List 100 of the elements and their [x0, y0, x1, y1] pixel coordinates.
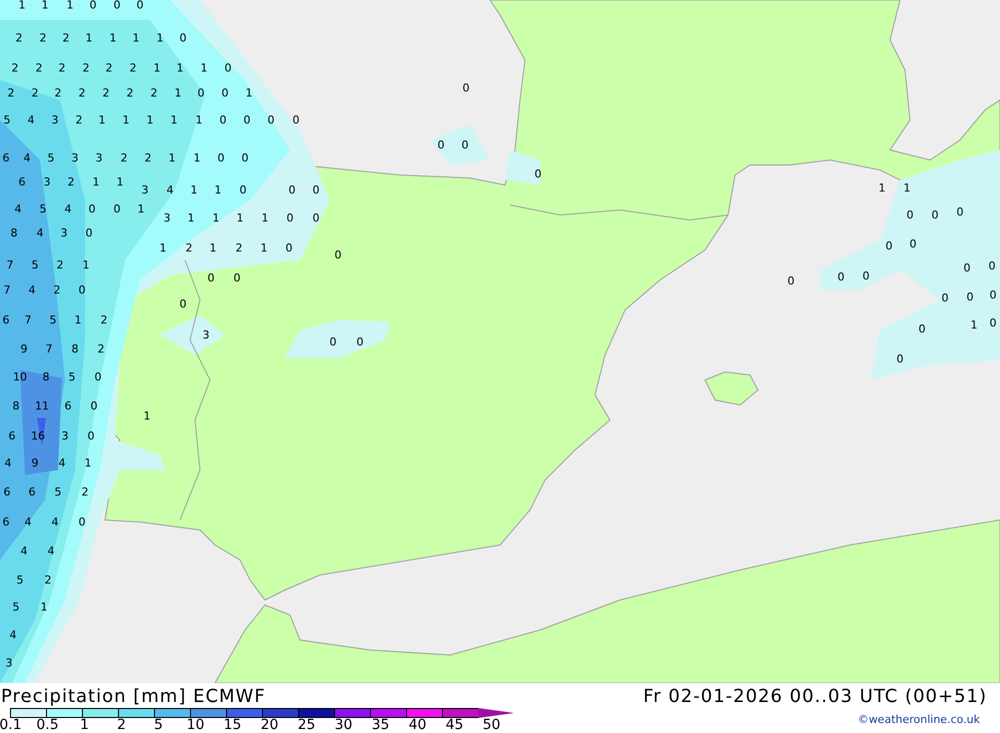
precipitation-value: 2 [106, 62, 112, 74]
precipitation-value: 2 [16, 32, 22, 44]
precipitation-value: 1 [194, 152, 200, 164]
precipitation-value: 0 [788, 274, 794, 288]
legend-label: 45 [444, 718, 464, 733]
precipitation-value: 2 [130, 62, 136, 74]
precipitation-value: 3 [72, 152, 78, 164]
precipitation-value: 4 [4, 456, 12, 470]
precipitation-value: 1 [210, 242, 216, 254]
precipitation-value: 0 [438, 138, 444, 152]
precipitation-value: 0 [234, 272, 240, 284]
precipitation-value: 4 [166, 184, 174, 196]
precipitation-value: 1 [92, 176, 100, 188]
precipitation-value: 1 [170, 114, 178, 126]
precipitation-value: 0 [136, 0, 144, 12]
precipitation-value: 0 [220, 114, 226, 126]
precipitation-value: 2 [12, 62, 18, 74]
precipitation-value: 3 [62, 430, 68, 442]
precipitation-value: 0 [286, 212, 294, 224]
precipitation-value: 1 [970, 318, 978, 332]
precipitation-value: 2 [36, 62, 42, 74]
precipitation-value: 2 [58, 62, 66, 74]
precipitation-value: 2 [54, 86, 62, 100]
precipitation-value: 0 [312, 184, 320, 196]
precipitation-value: 9 [20, 342, 28, 356]
precipitation-value: 1 [132, 32, 140, 44]
precipitation-value: 6 [2, 152, 10, 164]
precipitation-value: 3 [60, 226, 68, 240]
precipitation-value: 8 [10, 226, 18, 240]
precipitation-value: 1 [174, 86, 182, 100]
precipitation-value: 2 [54, 284, 60, 296]
precipitation-value: 0 [462, 82, 470, 94]
precipitation-value: 1 [214, 184, 222, 196]
precipitation-value: 0 [222, 86, 228, 100]
precipitation-value: 1 [236, 212, 244, 224]
legend-label: 15 [222, 718, 242, 733]
precipitation-value: 0 [330, 336, 336, 348]
precipitation-value: 5 [48, 152, 54, 164]
legend-label: 20 [260, 718, 280, 733]
precipitation-value: 0 [918, 322, 926, 336]
precipitation-value: 1 [190, 184, 198, 196]
precipitation-value: 5 [32, 258, 38, 272]
precipitation-value: 0 [906, 208, 914, 222]
precipitation-value: 1 [74, 314, 82, 326]
precipitation-value: 1 [110, 32, 116, 44]
precipitation-value: 0 [86, 226, 92, 240]
precipitation-value: 8 [12, 400, 20, 412]
precipitation-value: 1 [168, 152, 176, 164]
precipitation-value: 0 [312, 212, 320, 224]
precipitation-value: 4 [64, 202, 72, 216]
precipitation-value: 0 [942, 292, 948, 304]
precipitation-value: 1 [200, 62, 208, 74]
precipitation-value: 7 [6, 258, 14, 272]
precipitation-value: 2 [98, 342, 104, 356]
precipitation-value: 1 [188, 212, 194, 224]
precipitation-value: 1 [18, 0, 26, 12]
precipitation-value: 6 [64, 400, 72, 412]
precipitation-value: 1 [84, 456, 92, 470]
precipitation-value: 0 [114, 0, 120, 12]
precipitation-value: 4 [24, 516, 32, 528]
precipitation-value: 2 [144, 152, 152, 164]
precipitation-value: 6 [2, 314, 10, 326]
precipitation-value: 10 [13, 370, 27, 384]
precipitation-value: 2 [78, 86, 86, 100]
precipitation-value: 0 [896, 352, 904, 366]
precipitation-value: 0 [208, 272, 214, 284]
precipitation-value: 3 [52, 114, 58, 126]
precipitation-value: 1 [82, 258, 90, 272]
precipitation-value: 4 [14, 202, 22, 216]
precipitation-value: 1 [262, 212, 268, 224]
precipitation-value: 0 [988, 260, 996, 272]
precipitation-value: 0 [886, 240, 892, 252]
precipitation-value: 4 [20, 544, 28, 558]
precipitation-value: 8 [42, 370, 50, 384]
precipitation-value: 0 [288, 184, 296, 196]
precipitation-value: 1 [154, 62, 160, 74]
credit-link[interactable]: ©weatheronline.co.uk [858, 713, 980, 726]
precipitation-value: 5 [68, 370, 76, 384]
precipitation-value: 5 [4, 114, 10, 126]
precipitation-value: 4 [48, 544, 54, 558]
legend-label: 2 [116, 718, 127, 733]
precipitation-value: 2 [56, 258, 64, 272]
precipitation-value: 0 [462, 138, 468, 152]
precipitation-value: 4 [28, 284, 36, 296]
precipitation-value: 3 [6, 656, 12, 670]
precipitation-value: 0 [90, 0, 96, 12]
precipitation-value: 0 [534, 168, 542, 180]
precipitation-value: 0 [356, 336, 364, 348]
precipitation-value: 1 [904, 182, 910, 194]
precipitation-value: 1 [42, 0, 48, 12]
precipitation-value: 0 [966, 290, 974, 304]
precipitation-value: 0 [286, 242, 292, 254]
valid-time: Fr 02-01-2026 00..03 UTC (00+51) [643, 686, 987, 706]
precipitation-value: 0 [218, 152, 224, 164]
legend-label: 10 [186, 718, 206, 733]
precipitation-value: 0 [910, 238, 916, 250]
precipitation-value: 0 [198, 86, 204, 100]
precipitation-value: 3 [44, 176, 50, 188]
precipitation-value: 1 [86, 32, 92, 44]
precipitation-value: 2 [8, 86, 14, 100]
